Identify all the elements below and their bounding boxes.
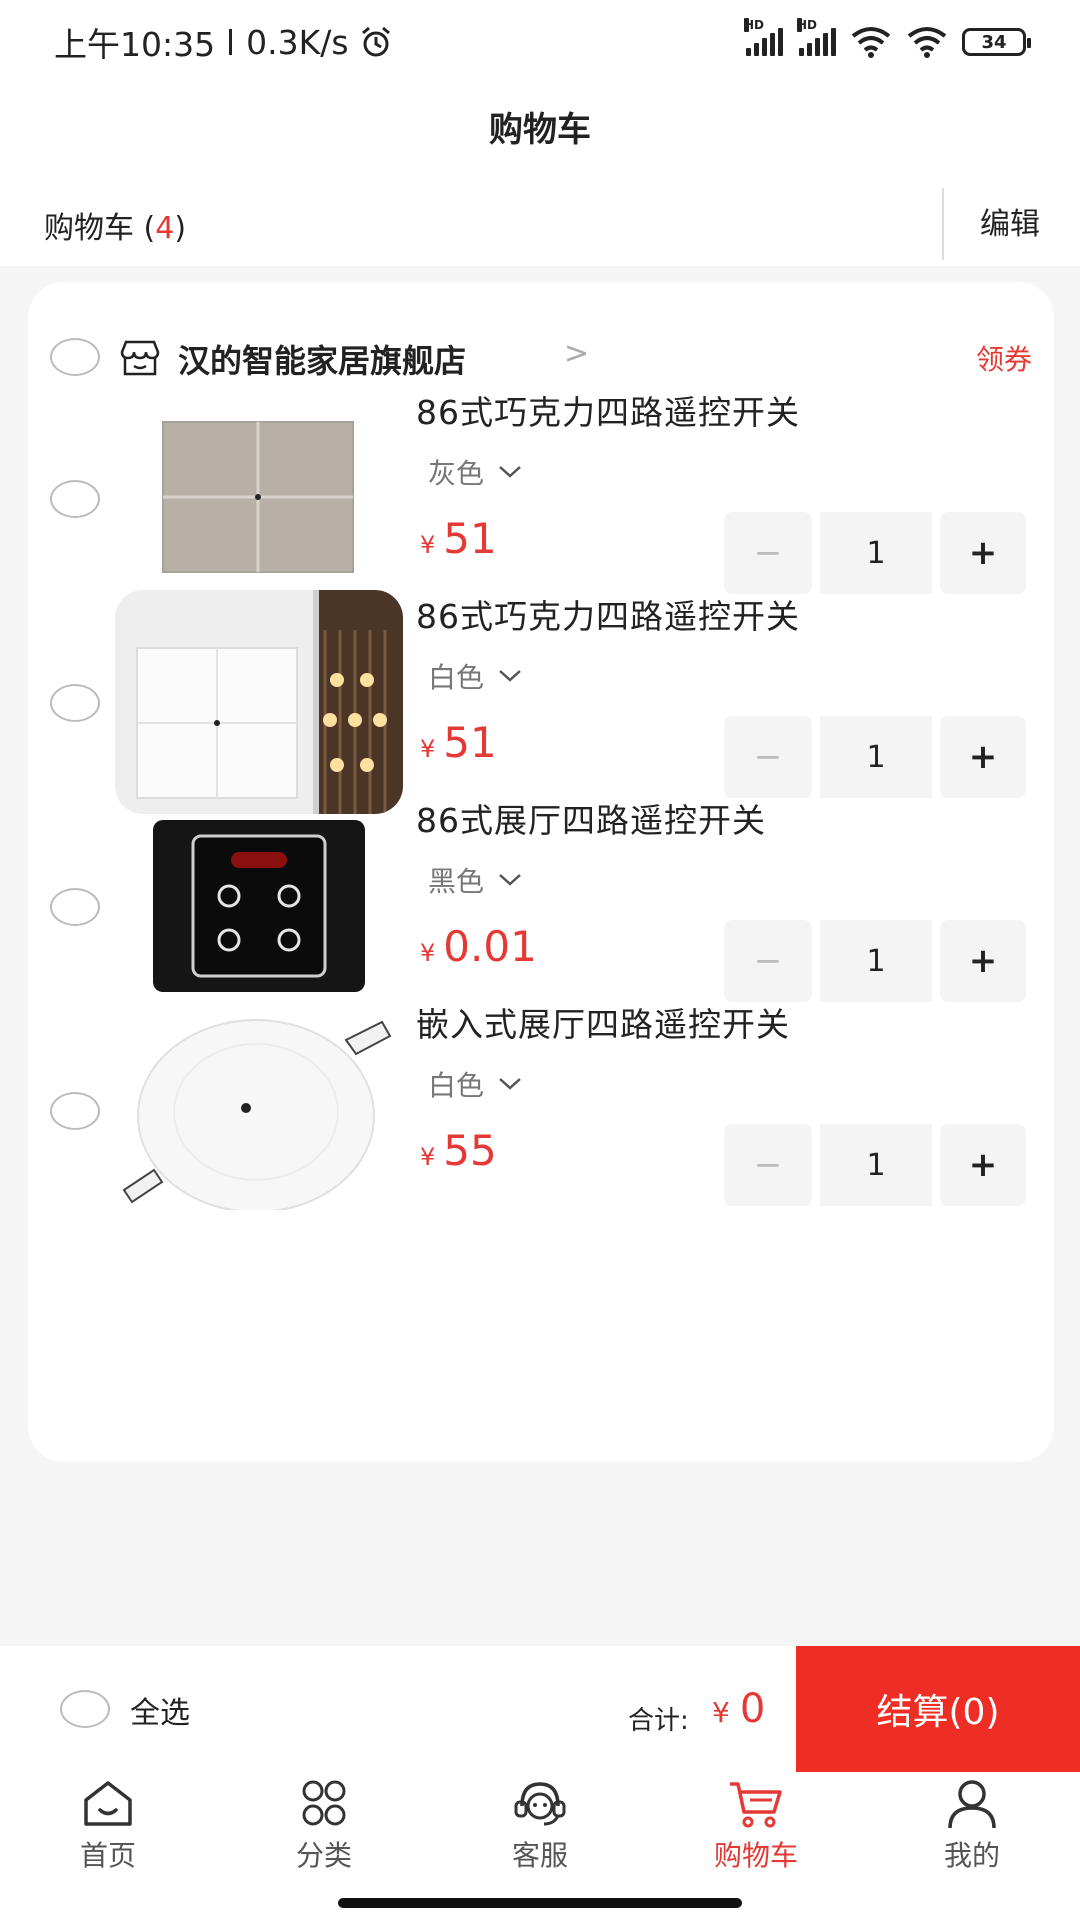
tab-home[interactable]: 首页 [0, 1772, 216, 1882]
cart-count: 4 [155, 211, 175, 246]
select-all-radio[interactable] [60, 1690, 110, 1728]
battery-icon: 34 [962, 28, 1031, 56]
black-switch-image [153, 820, 365, 992]
item-price: ¥ 51 [420, 718, 497, 767]
gray-switch-image [162, 421, 354, 573]
status-divider [229, 29, 233, 55]
cart-sub-header: 购物车 (4) 编辑 [0, 180, 1080, 270]
cart-label: 购物车 [44, 211, 134, 246]
chevron-down-icon [499, 466, 521, 478]
item-price: ¥ 51 [420, 514, 497, 563]
price-value: 0.01 [443, 922, 537, 971]
tab-label: 首页 [79, 1839, 136, 1872]
status-bar: 上午10:35 0.3K/s HD HD 34 [0, 0, 1080, 84]
currency-symbol: ¥ [712, 1696, 730, 1729]
customer-service-icon [514, 1782, 566, 1826]
item-variant: 灰色 [428, 457, 485, 490]
tab-label: 分类 [295, 1839, 352, 1872]
page-title: 购物车 [489, 110, 591, 150]
item-title[interactable]: 86式巧克力四路遥控开关 [416, 590, 800, 638]
tab-cart[interactable]: 购物车 [648, 1772, 864, 1882]
currency-symbol: ¥ [420, 531, 436, 559]
edit-button[interactable]: 编辑 [980, 180, 1040, 270]
chevron-down-icon [499, 670, 521, 682]
cart-count-label: 购物车 (4) [44, 211, 187, 246]
select-all-label[interactable]: 全选 [130, 1688, 190, 1732]
item-title[interactable]: 嵌入式展厅四路遥控开关 [416, 998, 790, 1046]
item-variant-selector[interactable]: 灰色 [428, 452, 522, 492]
item-select-radio[interactable] [50, 684, 100, 722]
network-speed: 0.3K/s [246, 22, 349, 62]
chevron-down-icon [499, 874, 521, 886]
wifi-icon [851, 27, 891, 58]
item-variant: 白色 [428, 1069, 485, 1102]
item-select-radio[interactable] [50, 480, 100, 518]
wifi-icon [907, 27, 947, 58]
item-variant-selector[interactable]: 白色 [428, 656, 522, 696]
item-price: ¥ 0.01 [420, 922, 537, 971]
item-select-radio[interactable] [50, 888, 100, 926]
product-image[interactable] [114, 998, 404, 1222]
quantity-value[interactable]: 1 [820, 1124, 932, 1206]
tab-category[interactable]: 分类 [216, 1772, 432, 1882]
item-variant-selector[interactable]: 白色 [428, 1064, 522, 1104]
store-chevron-icon[interactable]: > [564, 336, 589, 371]
currency-symbol: ¥ [420, 735, 436, 763]
chevron-down-icon [499, 1078, 521, 1090]
item-title[interactable]: 86式巧克力四路遥控开关 [416, 386, 800, 434]
increase-button[interactable]: + [940, 1124, 1026, 1206]
round-switch-image [122, 1019, 392, 1210]
total-value: 0 [739, 1686, 766, 1732]
home-icon [84, 1781, 132, 1826]
total-label: 合计: [628, 1706, 689, 1736]
signal-icon: HD [797, 18, 836, 56]
user-icon [948, 1780, 996, 1829]
item-select-radio[interactable] [50, 1092, 100, 1130]
battery-level: 34 [981, 31, 1007, 53]
cart-item: 嵌入式展厅四路遥控开关 白色 ¥ 55 − 1 + [28, 984, 1054, 1234]
store-card: 汉的智能家居旗舰店 > 领券 86式巧克力四路遥控开关 灰色 ¥ 51 − 1 … [28, 282, 1054, 1462]
tab-mine[interactable]: 我的 [864, 1772, 1080, 1882]
decrease-button[interactable]: − [724, 1124, 812, 1206]
status-time: 上午10:35 [54, 25, 216, 64]
tab-customer-service[interactable]: 客服 [432, 1772, 648, 1882]
item-variant-selector[interactable]: 黑色 [428, 860, 522, 900]
item-variant: 黑色 [428, 865, 485, 898]
total-amount: ¥ 0 [712, 1686, 765, 1732]
category-icon [302, 1780, 346, 1826]
item-price: ¥ 55 [420, 1126, 497, 1175]
price-value: 55 [443, 1126, 497, 1175]
bottom-tab-bar: 首页 分类 客服 购物车 我的 [0, 1772, 1080, 1882]
currency-symbol: ¥ [420, 1143, 436, 1171]
cart-list-area: 汉的智能家居旗舰店 > 领券 86式巧克力四路遥控开关 灰色 ¥ 51 − 1 … [0, 266, 1080, 1646]
divider [942, 188, 944, 260]
checkout-bar: 全选 合计: ¥ 0 结算(0) [0, 1646, 1080, 1772]
item-variant: 白色 [428, 661, 485, 694]
tab-label: 购物车 [713, 1839, 798, 1872]
checkout-button[interactable]: 结算(0) [796, 1646, 1080, 1772]
home-indicator [338, 1898, 742, 1908]
currency-symbol: ¥ [420, 939, 436, 967]
cart-icon [730, 1782, 782, 1828]
signal-icon: HD [744, 18, 783, 56]
store-select-radio[interactable] [50, 338, 100, 376]
price-value: 51 [443, 718, 497, 767]
item-title[interactable]: 86式展厅四路遥控开关 [416, 794, 766, 842]
quantity-stepper: − 1 + [724, 1124, 1026, 1206]
tab-label: 我的 [943, 1839, 1000, 1872]
tab-label: 客服 [511, 1839, 568, 1872]
alarm-icon [361, 26, 390, 57]
price-value: 51 [443, 514, 497, 563]
